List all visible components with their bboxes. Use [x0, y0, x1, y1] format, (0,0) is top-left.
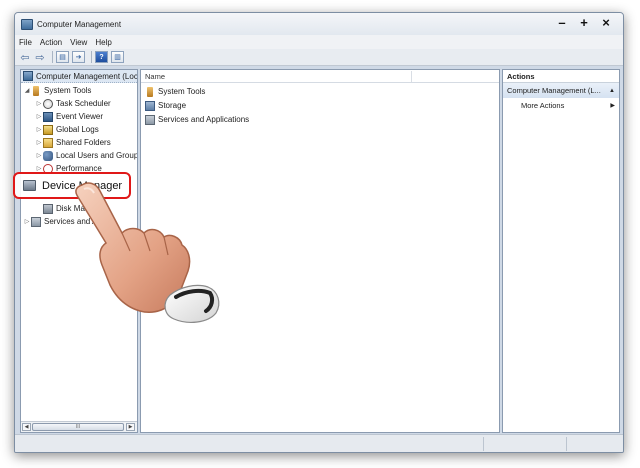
tree-root-computer-management[interactable]: Computer Management (Loca — [21, 70, 137, 83]
actions-section-label: Computer Management (L... — [507, 86, 601, 95]
tree-item-event-viewer[interactable]: ▷ Event Viewer — [35, 110, 103, 123]
menu-bar: File Action View Help — [15, 35, 623, 49]
collapsed-triangle-icon[interactable]: ▷ — [35, 113, 43, 120]
collapsed-triangle-icon[interactable]: ▷ — [23, 218, 31, 225]
column-header-name[interactable]: Name — [145, 72, 165, 81]
horizontal-scrollbar[interactable]: ◀ III ▶ — [21, 421, 137, 432]
close-button[interactable]: × — [595, 14, 617, 30]
tree-item-label: Shared Folders — [56, 138, 111, 147]
title-bar[interactable]: Computer Management – + × — [15, 13, 623, 35]
collapsed-triangle-icon[interactable]: ▷ — [35, 165, 43, 172]
status-divider — [566, 437, 567, 451]
submenu-arrow-icon: ▶ — [610, 102, 615, 109]
collapsed-triangle-icon[interactable]: ▷ — [35, 100, 43, 107]
column-divider[interactable] — [411, 71, 412, 82]
storage-icon — [145, 100, 155, 111]
scroll-right-arrow-icon[interactable]: ▶ — [126, 423, 135, 431]
back-arrow-icon[interactable]: ⇦ — [19, 51, 31, 64]
actions-section-computer-management[interactable]: Computer Management (L... ▲ — [503, 83, 619, 98]
clock-icon — [43, 98, 53, 109]
collapsed-triangle-icon[interactable]: ▷ — [35, 152, 43, 159]
computer-management-icon — [21, 18, 33, 30]
list-item-label: Services and Applications — [158, 115, 250, 124]
maximize-button[interactable]: + — [573, 14, 595, 30]
list-item-label: System Tools — [158, 87, 206, 96]
computer-management-icon — [23, 71, 33, 81]
expanded-triangle-icon[interactable]: ◢ — [23, 87, 31, 94]
event-viewer-icon — [43, 111, 53, 122]
forward-arrow-icon[interactable]: ⇨ — [34, 51, 46, 64]
actions-pane: Actions Computer Management (L... ▲ More… — [502, 69, 620, 433]
menu-action[interactable]: Action — [40, 38, 62, 47]
tools-icon — [147, 86, 153, 97]
more-actions-item[interactable]: More Actions ▶ — [503, 98, 619, 112]
logs-icon — [43, 124, 53, 135]
window-title: Computer Management — [37, 19, 122, 29]
list-item-services-and-applications[interactable]: Services and Applications — [145, 113, 249, 126]
disk-icon — [43, 203, 53, 214]
collapsed-triangle-icon[interactable]: ▷ — [35, 126, 43, 133]
list-item-label: Storage — [158, 101, 187, 110]
tree-root-label: Computer Management (Loca — [36, 71, 138, 81]
tools-icon — [33, 85, 39, 96]
show-hide-console-tree-icon[interactable]: ▤ — [56, 51, 69, 63]
menu-help[interactable]: Help — [95, 38, 111, 47]
scroll-left-arrow-icon[interactable]: ◀ — [22, 423, 31, 431]
tree-item-task-scheduler[interactable]: ▷ Task Scheduler — [35, 97, 111, 110]
tree-item-label: Event Viewer — [56, 112, 103, 121]
device-manager-icon — [23, 180, 36, 191]
show-action-pane-icon[interactable]: ▥ — [111, 51, 124, 63]
list-column-header: Name — [141, 70, 499, 83]
tree-item-label: Local Users and Groups — [56, 151, 138, 160]
list-item-system-tools[interactable]: System Tools — [145, 85, 205, 98]
export-list-icon[interactable]: ➔ — [72, 51, 85, 63]
tree-item-label: System Tools — [44, 86, 92, 95]
toolbar: ⇦ ⇨ ▤ ➔ ? ▥ — [15, 49, 623, 66]
menu-file[interactable]: File — [19, 38, 32, 47]
users-icon — [43, 150, 53, 161]
folder-icon — [43, 137, 53, 148]
tree-item-global-logs[interactable]: ▷ Global Logs — [35, 123, 99, 136]
tree-item-system-tools[interactable]: ◢ System Tools — [23, 84, 91, 97]
tree-item-local-users-and-groups[interactable]: ▷ Local Users and Groups — [35, 149, 138, 162]
tree-item-label: Global Logs — [56, 125, 99, 134]
scrollbar-thumb[interactable]: III — [32, 423, 124, 431]
actions-title: Actions — [503, 70, 619, 83]
more-actions-label: More Actions — [521, 100, 565, 110]
tree-item-shared-folders[interactable]: ▷ Shared Folders — [35, 136, 111, 149]
menu-view[interactable]: View — [70, 38, 87, 47]
collapse-up-icon[interactable]: ▲ — [609, 88, 615, 94]
services-icon — [145, 114, 155, 125]
services-icon — [31, 216, 41, 227]
pointing-hand-icon — [75, 182, 220, 323]
tree-item-label: Task Scheduler — [56, 99, 111, 108]
status-divider — [483, 437, 484, 451]
help-icon[interactable]: ? — [95, 51, 108, 63]
list-item-storage[interactable]: Storage — [145, 99, 186, 112]
minimize-button[interactable]: – — [551, 14, 573, 30]
status-bar — [15, 434, 623, 452]
window-controls: – + × — [551, 14, 617, 30]
toolbar-separator — [91, 51, 92, 63]
collapsed-triangle-icon[interactable]: ▷ — [35, 139, 43, 146]
toolbar-separator — [52, 51, 53, 63]
